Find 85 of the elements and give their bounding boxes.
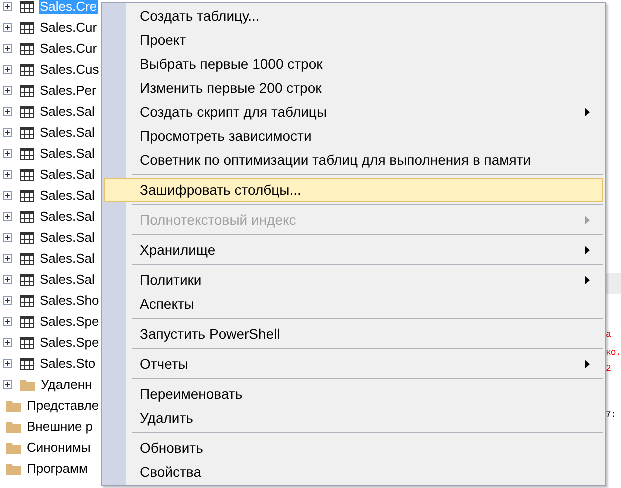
- menu-item[interactable]: Изменить первые 200 строк: [104, 76, 603, 100]
- tree-item[interactable]: Sales.Spe: [39, 335, 100, 350]
- tree-item[interactable]: Sales.Sal: [39, 251, 96, 266]
- table-icon: [20, 232, 34, 244]
- expand-icon[interactable]: [3, 2, 12, 11]
- tree-item[interactable]: Sales.Sho: [39, 293, 100, 308]
- tree-item[interactable]: Sales.Sal: [39, 230, 96, 245]
- menu-item[interactable]: Удалить: [104, 406, 603, 430]
- menu-item[interactable]: Переименовать: [104, 382, 603, 406]
- tree-item[interactable]: Sales.Sal: [39, 272, 96, 287]
- table-icon: [20, 358, 34, 370]
- menu-item[interactable]: Выбрать первые 1000 строк: [104, 52, 603, 76]
- menu-item[interactable]: Советник по оптимизации таблиц для выполнения в памяти: [104, 148, 603, 172]
- expand-icon[interactable]: [3, 254, 12, 263]
- expand-icon[interactable]: [3, 296, 12, 305]
- table-icon: [20, 42, 34, 54]
- expand-icon[interactable]: [3, 170, 12, 179]
- folder-icon: [6, 462, 21, 474]
- expand-icon[interactable]: [3, 380, 12, 389]
- expand-icon[interactable]: [3, 149, 12, 158]
- table-icon: [20, 126, 34, 138]
- expand-icon[interactable]: [3, 233, 12, 242]
- expand-icon[interactable]: [3, 317, 12, 326]
- menu-item[interactable]: Зашифровать столбцы...: [104, 178, 603, 202]
- menu-item[interactable]: Создать таблицу...: [104, 4, 603, 28]
- expand-icon[interactable]: [3, 23, 12, 32]
- code-text: ко.: [606, 348, 621, 358]
- menu-item[interactable]: Проект: [104, 28, 603, 52]
- expand-icon[interactable]: [3, 191, 12, 200]
- expand-icon[interactable]: [3, 86, 12, 95]
- tree-item[interactable]: Sales.Sto: [39, 356, 97, 371]
- expand-icon[interactable]: [3, 65, 12, 74]
- menu-item[interactable]: Хранилище: [104, 238, 603, 262]
- tree-item[interactable]: Программ: [26, 461, 89, 476]
- editor-line-highlight: [606, 273, 621, 294]
- tree-item[interactable]: Удаленн: [40, 377, 94, 392]
- expand-icon[interactable]: [3, 128, 12, 137]
- tree-item[interactable]: Sales.Sal: [39, 146, 96, 161]
- tree-item[interactable]: Синонимы: [26, 440, 92, 455]
- menu-item[interactable]: Создать скрипт для таблицы: [104, 100, 603, 124]
- folder-icon: [6, 442, 21, 454]
- menu-item[interactable]: Политики: [104, 268, 603, 292]
- table-icon: [20, 316, 34, 328]
- tree-item[interactable]: Sales.Cur: [39, 41, 98, 56]
- tree-item[interactable]: Sales.Sal: [39, 104, 96, 119]
- folder-icon: [20, 378, 35, 390]
- table-icon: [20, 22, 34, 34]
- code-text: а: [606, 330, 611, 340]
- tree-item[interactable]: Внешние р: [26, 419, 94, 434]
- table-icon: [20, 168, 34, 180]
- menu-item[interactable]: Запустить PowerShell: [104, 322, 603, 346]
- tree-item[interactable]: Представле: [26, 398, 100, 413]
- table-icon: [20, 294, 34, 306]
- menu-item[interactable]: Обновить: [104, 436, 603, 460]
- expand-icon[interactable]: [3, 212, 12, 221]
- table-icon: [20, 64, 34, 76]
- tree-item[interactable]: Sales.Cur: [39, 20, 98, 35]
- expand-icon[interactable]: [3, 338, 12, 347]
- tree-item[interactable]: Sales.Spe: [39, 314, 100, 329]
- table-icon: [20, 252, 34, 264]
- menu-item[interactable]: Аспекты: [104, 292, 603, 316]
- table-icon: [20, 106, 34, 118]
- table-icon: [20, 84, 34, 96]
- tree-item[interactable]: Sales.Per: [39, 83, 98, 98]
- tree-item[interactable]: Sales.Sal: [39, 125, 96, 140]
- table-icon: [20, 210, 34, 222]
- menu-item[interactable]: Свойства: [104, 460, 603, 484]
- code-text: 7:: [606, 410, 616, 420]
- table-icon: [20, 190, 34, 202]
- table-icon: [20, 336, 34, 348]
- menu-item[interactable]: Просмотреть зависимости: [104, 124, 603, 148]
- code-text: 2: [606, 364, 611, 374]
- tree-item[interactable]: Sales.Sal: [39, 188, 96, 203]
- expand-icon[interactable]: [3, 107, 12, 116]
- menu-item[interactable]: Отчеты: [104, 352, 603, 376]
- tree-item[interactable]: Sales.Sal: [39, 209, 96, 224]
- expand-icon[interactable]: [3, 359, 12, 368]
- expand-icon[interactable]: [3, 275, 12, 284]
- table-icon: [20, 148, 34, 160]
- folder-icon: [6, 400, 21, 412]
- tree-item[interactable]: Sales.Sal: [39, 167, 96, 182]
- expand-icon[interactable]: [3, 44, 12, 53]
- table-icon: [20, 274, 34, 286]
- tree-item[interactable]: Sales.Cus: [39, 62, 100, 77]
- folder-icon: [6, 420, 21, 432]
